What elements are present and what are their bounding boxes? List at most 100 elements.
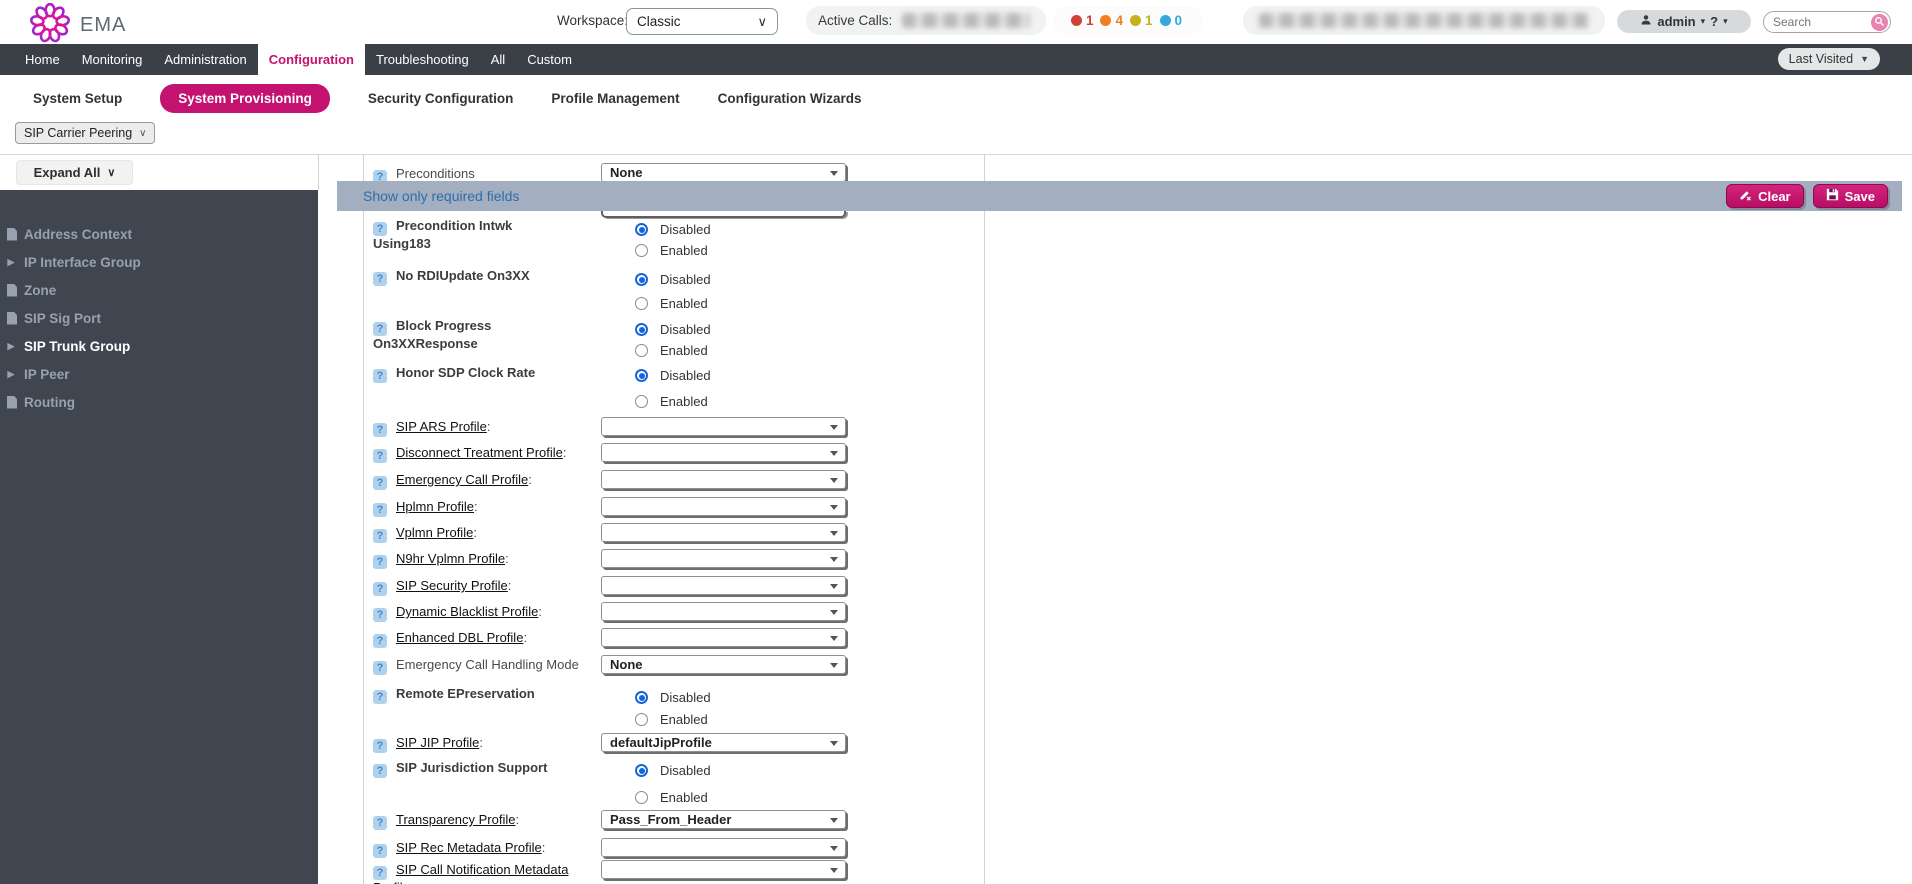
field-label-text[interactable]: Vplmn Profile (396, 525, 473, 540)
help-icon[interactable]: ? (373, 449, 387, 463)
help-icon[interactable]: ? (373, 582, 387, 596)
help-icon[interactable]: ? (373, 739, 387, 753)
select-sip-rec-metadata-profile[interactable] (601, 838, 846, 857)
select-enhanced-dbl-profile[interactable] (601, 628, 846, 647)
field-label-text[interactable]: N9hr Vplmn Profile (396, 551, 505, 566)
field-label-text[interactable]: Enhanced DBL Profile (396, 630, 523, 645)
select-vplmn-profile[interactable] (601, 523, 846, 542)
tab-system-provisioning[interactable]: System Provisioning (160, 84, 330, 113)
select-sip-jip-profile[interactable]: defaultJipProfile (601, 733, 846, 752)
nav-item-all[interactable]: All (480, 44, 516, 75)
nav-item-troubleshooting[interactable]: Troubleshooting (365, 44, 480, 75)
radio-button-icon[interactable] (635, 223, 648, 236)
radio-block-progresson3xxresponse-disabled[interactable]: Disabled (635, 322, 711, 337)
expand-all-button[interactable]: Expand All ∨ (16, 160, 133, 185)
radio-no-rdiupdate-on3xx-disabled[interactable]: Disabled (635, 272, 711, 287)
radio-honor-sdp-clock-rate-enabled[interactable]: Enabled (635, 394, 708, 409)
search-button[interactable] (1871, 14, 1888, 31)
radio-button-icon[interactable] (635, 713, 648, 726)
radio-button-icon[interactable] (635, 244, 648, 257)
select-sip-ars-profile[interactable] (601, 417, 846, 436)
clear-button[interactable]: Clear (1726, 184, 1804, 208)
nav-item-configuration[interactable]: Configuration (258, 44, 365, 75)
sidebar-item-sip-sig-port[interactable]: SIP Sig Port (0, 304, 318, 332)
field-label-text[interactable]: SIP Call Notification Metadata Profile (373, 862, 568, 884)
help-icon[interactable]: ? (373, 529, 387, 543)
help-icon[interactable]: ? (373, 369, 387, 383)
context-dropdown[interactable]: SIP Carrier Peering ∨ (15, 122, 155, 144)
nav-item-monitoring[interactable]: Monitoring (71, 44, 154, 75)
field-label-text[interactable]: Dynamic Blacklist Profile (396, 604, 538, 619)
select-preconditions[interactable]: None (601, 163, 846, 182)
help-icon[interactable]: ? (373, 816, 387, 830)
sidebar-item-zone[interactable]: Zone (0, 276, 318, 304)
radio-precondition-intwkusing183-enabled[interactable]: Enabled (635, 243, 708, 258)
tab-security-configuration[interactable]: Security Configuration (368, 84, 514, 113)
user-menu[interactable]: admin ▾ ? ▾ (1617, 10, 1751, 33)
save-button[interactable]: Save (1813, 184, 1888, 208)
last-visited-dropdown[interactable]: Last Visited ▼ (1778, 48, 1880, 70)
help-icon[interactable]: ? (373, 423, 387, 437)
radio-button-icon[interactable] (635, 369, 648, 382)
help-icon[interactable]: ? (373, 272, 387, 286)
help-icon[interactable]: ? (373, 608, 387, 622)
sidebar-item-address-context[interactable]: Address Context (0, 220, 318, 248)
select-disconnect-treatment-profile[interactable] (601, 443, 846, 462)
field-label-text[interactable]: Emergency Call Profile (396, 472, 528, 487)
sidebar-item-ip-peer[interactable]: ▶IP Peer (0, 360, 318, 388)
help-icon[interactable]: ? (373, 555, 387, 569)
help-icon[interactable]: ? (373, 476, 387, 490)
field-label-text[interactable]: Transparency Profile (396, 812, 515, 827)
tab-profile-management[interactable]: Profile Management (551, 84, 679, 113)
select-sip-security-profile[interactable] (601, 576, 846, 595)
field-label-text[interactable]: SIP Rec Metadata Profile (396, 840, 542, 855)
help-icon[interactable]: ? (373, 690, 387, 704)
help-icon[interactable]: ? (373, 222, 387, 236)
workspace-select[interactable]: Classic ∨ (626, 8, 778, 35)
radio-remote-epreservation-disabled[interactable]: Disabled (635, 690, 711, 705)
radio-button-icon[interactable] (635, 297, 648, 310)
select-sip-call-notification-metadata-profile[interactable] (601, 860, 846, 879)
radio-button-icon[interactable] (635, 764, 648, 777)
tab-system-setup[interactable]: System Setup (33, 84, 122, 113)
radio-remote-epreservation-enabled[interactable]: Enabled (635, 712, 708, 727)
radio-button-icon[interactable] (635, 344, 648, 357)
help-menu[interactable]: ? (1710, 14, 1718, 29)
select-emergency-call-handling-mode[interactable]: None (601, 655, 846, 674)
sidebar-item-sip-trunk-group[interactable]: ▶SIP Trunk Group (0, 332, 318, 360)
radio-sip-jurisdiction-support-enabled[interactable]: Enabled (635, 790, 708, 805)
help-icon[interactable]: ? (373, 503, 387, 517)
radio-button-icon[interactable] (635, 273, 648, 286)
radio-precondition-intwkusing183-disabled[interactable]: Disabled (635, 222, 711, 237)
nav-item-custom[interactable]: Custom (516, 44, 583, 75)
radio-block-progresson3xxresponse-enabled[interactable]: Enabled (635, 343, 708, 358)
field-label-text[interactable]: SIP Security Profile (396, 578, 508, 593)
radio-button-icon[interactable] (635, 323, 648, 336)
radio-no-rdiupdate-on3xx-enabled[interactable]: Enabled (635, 296, 708, 311)
select-transparency-profile[interactable]: Pass_From_Header (601, 810, 846, 829)
field-label-text[interactable]: SIP JIP Profile (396, 735, 479, 750)
radio-button-icon[interactable] (635, 395, 648, 408)
sidebar-item-ip-interface-group[interactable]: ▶IP Interface Group (0, 248, 318, 276)
radio-button-icon[interactable] (635, 791, 648, 804)
help-icon[interactable]: ? (373, 844, 387, 858)
help-icon[interactable]: ? (373, 866, 387, 880)
select-emergency-call-profile[interactable] (601, 470, 846, 489)
nav-item-administration[interactable]: Administration (153, 44, 257, 75)
help-icon[interactable]: ? (373, 322, 387, 336)
field-label-text[interactable]: Disconnect Treatment Profile (396, 445, 563, 460)
help-icon[interactable]: ? (373, 634, 387, 648)
sidebar-item-routing[interactable]: Routing (0, 388, 318, 416)
select-hplmn-profile[interactable] (601, 497, 846, 516)
radio-button-icon[interactable] (635, 691, 648, 704)
select-dynamic-blacklist-profile[interactable] (601, 602, 846, 621)
help-icon[interactable]: ? (373, 661, 387, 675)
show-required-link[interactable]: Show only required fields (363, 188, 519, 204)
select-n9hr-vplmn-profile[interactable] (601, 549, 846, 568)
tab-configuration-wizards[interactable]: Configuration Wizards (718, 84, 862, 113)
field-label-text[interactable]: Hplmn Profile (396, 499, 474, 514)
radio-honor-sdp-clock-rate-disabled[interactable]: Disabled (635, 368, 711, 383)
nav-item-home[interactable]: Home (14, 44, 71, 75)
field-label-text[interactable]: SIP ARS Profile (396, 419, 487, 434)
search-input[interactable] (1764, 15, 1864, 29)
